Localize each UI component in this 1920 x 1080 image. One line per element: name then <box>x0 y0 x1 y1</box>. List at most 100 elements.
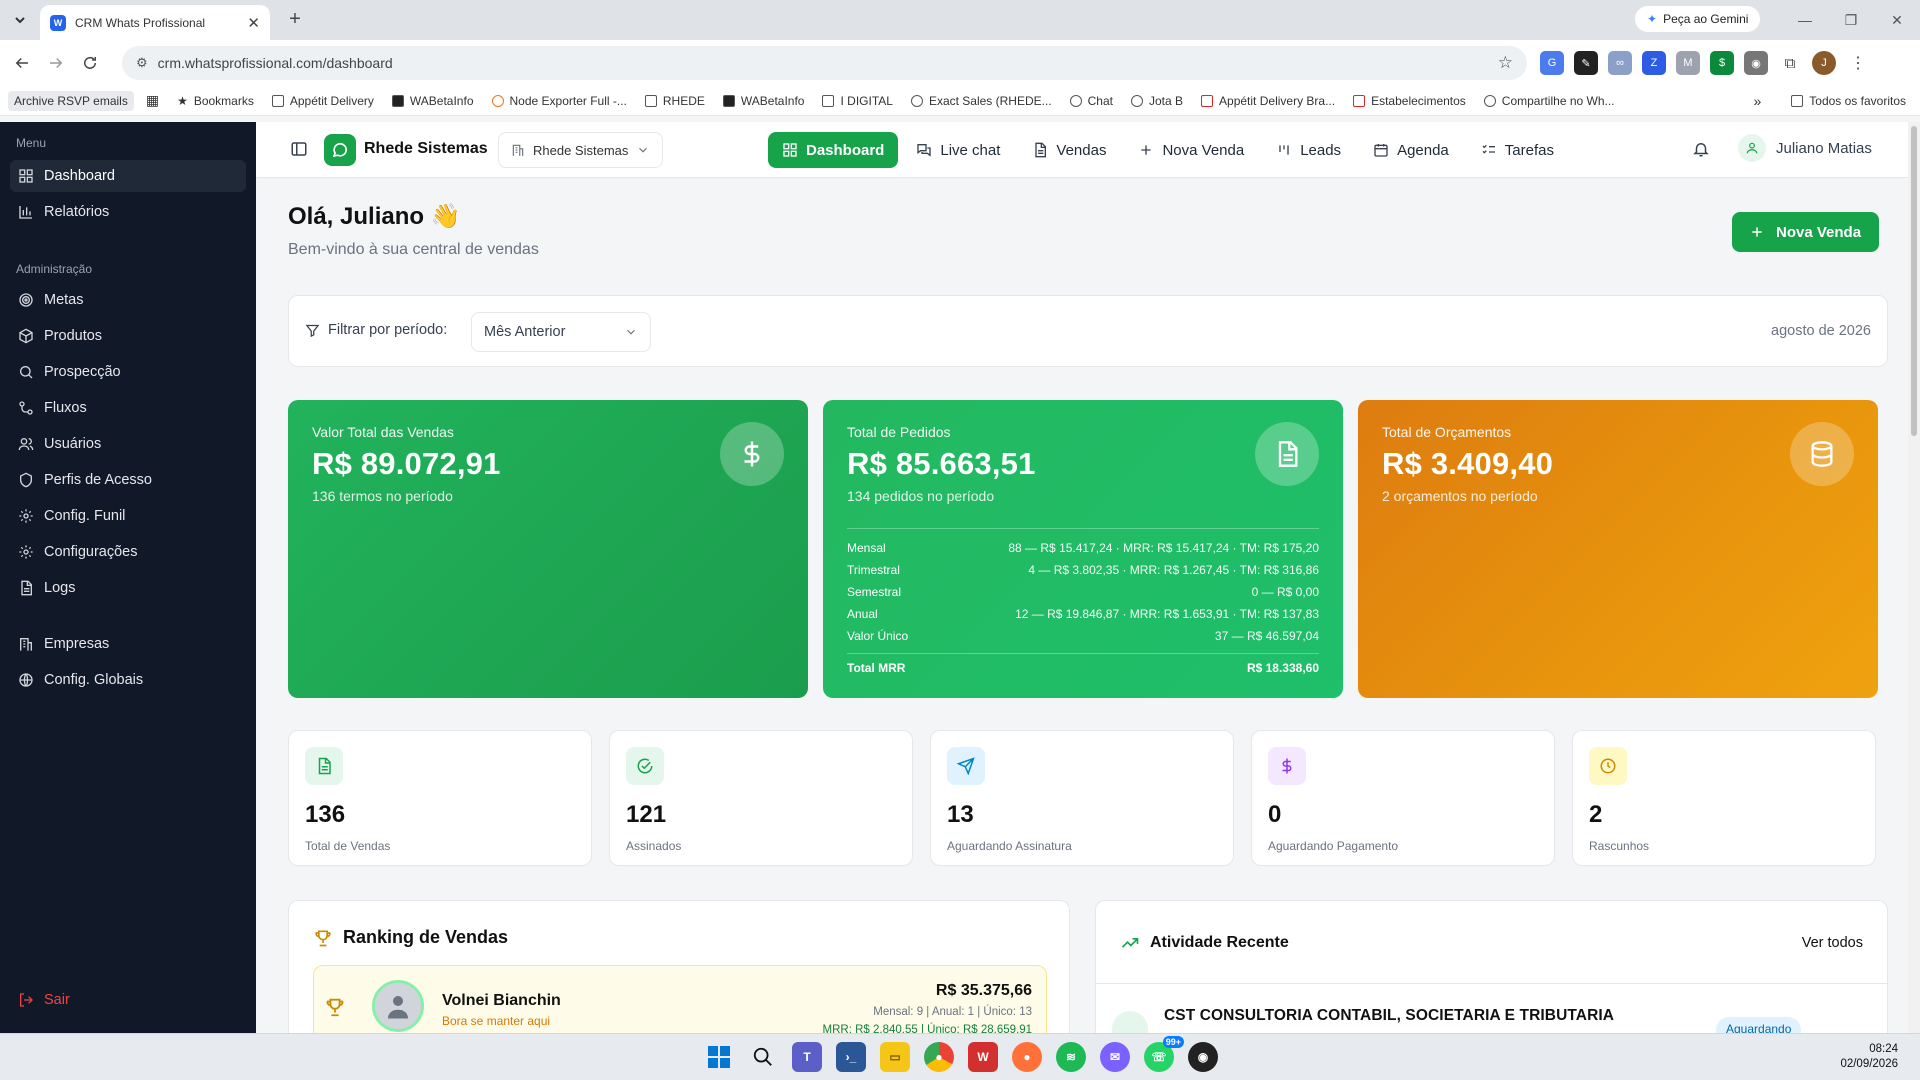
bookmark-appetit-bra[interactable]: Appétit Delivery Bra... <box>1201 94 1335 108</box>
star-icon[interactable]: ☆ <box>1498 53 1513 73</box>
sidebar-toggle-button[interactable] <box>290 140 308 158</box>
activity-company-name[interactable]: CST CONSULTORIA CONTABIL, SOCIETARIA E T… <box>1164 1007 1614 1025</box>
organization-selector[interactable]: Rhede Sistemas <box>498 132 664 168</box>
nav-agenda[interactable]: Agenda <box>1359 132 1463 168</box>
site-info-icon[interactable]: ⚙ <box>136 55 148 71</box>
bookmark-wabetainfo[interactable]: WABetaInfo <box>391 94 474 108</box>
sidebar-item-relatorios[interactable]: Relatórios <box>10 196 246 228</box>
period-filter-bar: Filtrar por período: Mês Anterior agosto… <box>288 295 1888 367</box>
zoom-extension-icon[interactable]: Z <box>1642 51 1666 75</box>
sidebar-item-config-globais[interactable]: Config. Globais <box>10 664 246 696</box>
apps-grid-icon[interactable]: ▦ <box>146 92 159 109</box>
notifications-button[interactable] <box>1692 140 1710 158</box>
link-extension-icon[interactable]: ∞ <box>1608 51 1632 75</box>
bookmark-archive-rsvp[interactable]: Archive RSVP emails <box>8 90 134 111</box>
omnibox[interactable]: ⚙ crm.whatsprofissional.com/dashboard ☆ <box>122 46 1527 80</box>
sidebar-item-label: Perfis de Acesso <box>44 472 152 488</box>
browser-tab-strip: W CRM Whats Profissional ✕ + ✦ Peça ao G… <box>0 0 1920 40</box>
bookmark-exact-sales[interactable]: Exact Sales (RHEDE... <box>910 94 1052 108</box>
money-extension-icon[interactable]: $ <box>1710 51 1734 75</box>
puzzle-icon[interactable]: ⧉ <box>1778 51 1802 75</box>
new-sale-button[interactable]: Nova Venda <box>1732 212 1880 252</box>
profile-avatar[interactable]: J <box>1812 51 1836 75</box>
bookmark-node-exporter[interactable]: Node Exporter Full -... <box>491 94 627 108</box>
sidebar-item-dashboard[interactable]: Dashboard <box>10 160 246 192</box>
sidebar-item-prospeccao[interactable]: Prospecção <box>10 356 246 388</box>
sidebar-item-empresas[interactable]: Empresas <box>10 628 246 660</box>
teams-icon[interactable]: T <box>792 1042 822 1072</box>
powershell-icon[interactable]: ›_ <box>836 1042 866 1072</box>
mail-extension-icon[interactable]: M <box>1676 51 1700 75</box>
translate-extension-icon[interactable]: G <box>1540 51 1564 75</box>
sidebar-item-perfis[interactable]: Perfis de Acesso <box>10 464 246 496</box>
sidebar-item-config-funil[interactable]: Config. Funil <box>10 500 246 532</box>
stat-label: Assinados <box>626 839 682 853</box>
sidebar-item-usuarios[interactable]: Usuários <box>10 428 246 460</box>
new-tab-button[interactable]: + <box>283 8 307 32</box>
bookmark-rhede[interactable]: RHEDE <box>644 94 705 108</box>
clock-date: 02/09/2026 <box>1840 1058 1898 1070</box>
nav-vendas[interactable]: Vendas <box>1018 132 1120 168</box>
more-bookmarks-icon[interactable]: » <box>1753 93 1761 109</box>
file-explorer-icon[interactable]: ▭ <box>880 1042 910 1072</box>
logout-button[interactable]: Sair <box>10 984 246 1016</box>
tab-search-button[interactable] <box>8 8 32 32</box>
bookmark-appetit[interactable]: Appétit Delivery <box>271 94 374 108</box>
sidebar-item-configuracoes[interactable]: Configurações <box>10 536 246 568</box>
bookmark-compartilhe[interactable]: Compartilhe no Wh... <box>1483 94 1615 108</box>
kebab-menu-icon[interactable]: ⋮ <box>1846 51 1870 75</box>
ranking-row-first[interactable]: Volnei Bianchin Bora se manter aqui R$ 3… <box>313 965 1047 1033</box>
bookmark-idigital[interactable]: I DIGITAL <box>822 93 893 108</box>
nav-tarefas[interactable]: Tarefas <box>1467 132 1568 168</box>
restore-button[interactable]: ❐ <box>1828 0 1874 40</box>
back-button[interactable] <box>6 47 38 79</box>
nav-leads[interactable]: Leads <box>1262 132 1355 168</box>
sidebar-item-metas[interactable]: Metas <box>10 284 246 316</box>
whatsapp-icon[interactable]: ☏ 99+ <box>1144 1036 1184 1072</box>
windows-start-icon[interactable] <box>704 1042 734 1072</box>
bookmark-bookmarks[interactable]: ★ Bookmarks <box>177 94 254 108</box>
nav-live-chat[interactable]: Live chat <box>902 132 1014 168</box>
sidebar-item-produtos[interactable]: Produtos <box>10 320 246 352</box>
page-scrollbar[interactable] <box>1908 122 1920 1033</box>
camera-extension-icon[interactable]: ◉ <box>1744 51 1768 75</box>
bookmark-wabetainfo-2[interactable]: WABetaInfo <box>722 94 804 108</box>
user-avatar <box>1738 134 1766 162</box>
gemini-button[interactable]: ✦ Peça ao Gemini <box>1635 6 1761 32</box>
search-icon[interactable] <box>748 1042 778 1072</box>
sidebar-item-label: Produtos <box>44 328 103 344</box>
bookmark-label: I DIGITAL <box>840 93 893 108</box>
nav-nova-venda[interactable]: Nova Venda <box>1124 132 1258 168</box>
system-clock[interactable]: 08:24 02/09/2026 <box>1840 1042 1898 1072</box>
nav-dashboard[interactable]: Dashboard <box>768 132 899 168</box>
window-close-button[interactable]: ✕ <box>1874 0 1920 40</box>
browser-tab[interactable]: W CRM Whats Profissional ✕ <box>40 5 270 40</box>
app-icon[interactable]: ◉ <box>1188 1042 1218 1072</box>
folder-icon <box>644 94 657 107</box>
view-all-link[interactable]: Ver todos <box>1802 935 1863 951</box>
sidebar-item-label: Config. Globais <box>44 672 144 688</box>
wps-icon[interactable]: W <box>968 1042 998 1072</box>
close-icon[interactable]: ✕ <box>247 14 260 32</box>
sidebar-item-logs[interactable]: Logs <box>10 572 246 604</box>
all-bookmarks[interactable]: Todos os favoritos <box>1791 86 1906 116</box>
sidebar-item-label: Relatórios <box>44 204 110 220</box>
bookmark-jota-b[interactable]: Jota B <box>1131 94 1183 108</box>
spotify-icon[interactable]: ≋ <box>1056 1042 1086 1072</box>
bookmark-chat[interactable]: Chat <box>1069 94 1113 108</box>
pen-extension-icon[interactable]: ✎ <box>1574 51 1598 75</box>
stat-label: Rascunhos <box>1589 839 1650 853</box>
messenger-icon[interactable]: ✉ <box>1100 1042 1130 1072</box>
firefox-icon[interactable]: ● <box>1012 1042 1042 1072</box>
forward-button[interactable] <box>40 47 72 79</box>
minimize-button[interactable]: — <box>1782 0 1828 40</box>
chrome-icon[interactable]: ● <box>924 1042 954 1072</box>
scrollbar-thumb[interactable] <box>1911 126 1917 436</box>
period-select[interactable]: Mês Anterior <box>471 312 651 352</box>
sidebar-item-fluxos[interactable]: Fluxos <box>10 392 246 424</box>
user-menu[interactable]: Juliano Matias <box>1738 134 1872 162</box>
gear-icon <box>19 509 33 523</box>
reload-button[interactable] <box>74 47 106 79</box>
bookmark-estabelecimentos[interactable]: Estabelecimentos <box>1353 94 1466 108</box>
filter-label-group: Filtrar por período: <box>305 322 447 338</box>
